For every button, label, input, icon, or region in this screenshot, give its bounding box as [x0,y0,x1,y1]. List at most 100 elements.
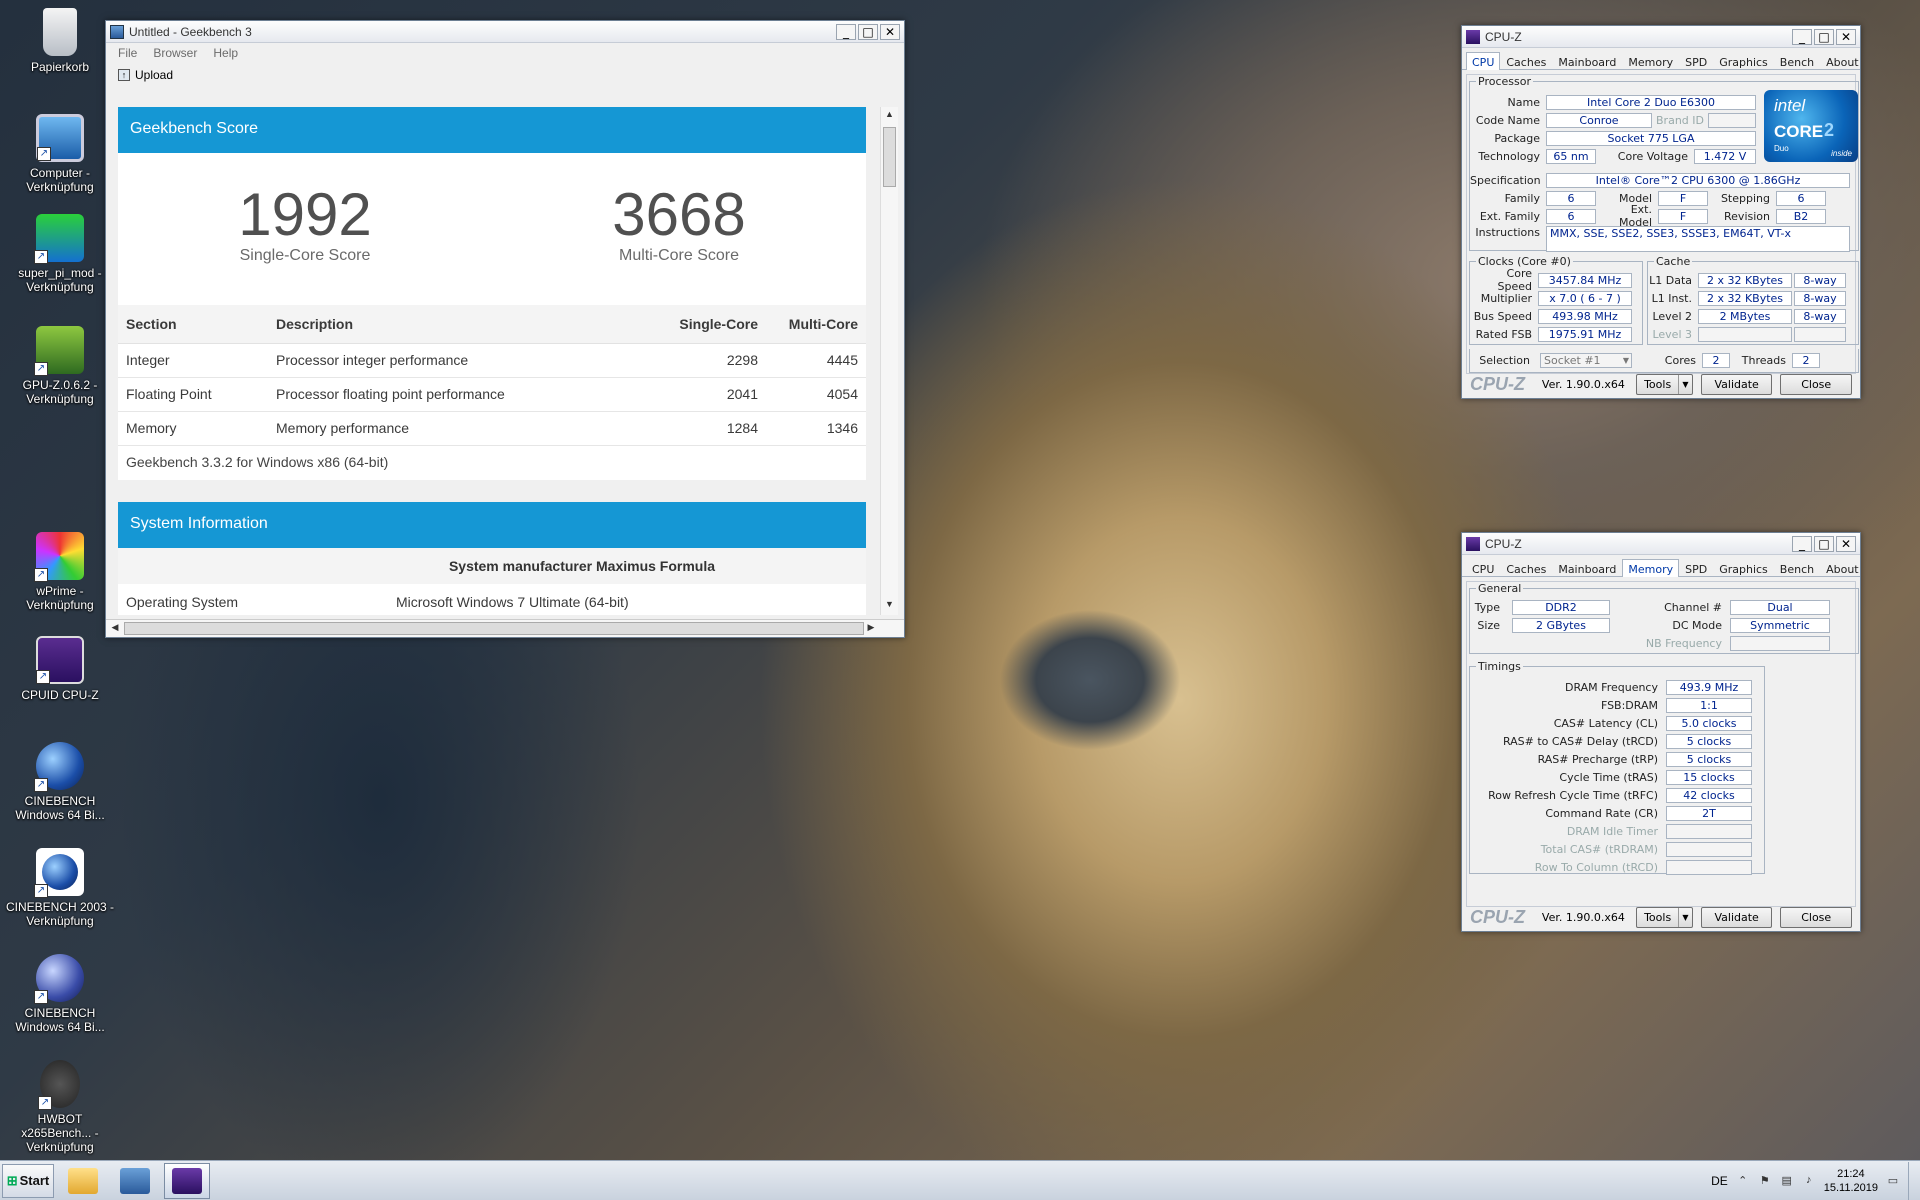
scroll-thumb[interactable] [883,127,896,187]
hscroll-thumb[interactable] [124,622,864,635]
chevron-down-icon: ▼ [1622,355,1629,365]
desktop-icon-cinebench-r15[interactable]: ↗ CINEBENCH Windows 64 Bi... [4,954,116,1034]
chevron-down-icon[interactable]: ▼ [1677,907,1692,927]
desktop-icon-recycle-bin[interactable]: Papierkorb [4,8,116,74]
tab-spd[interactable]: SPD [1679,559,1713,576]
language-indicator[interactable]: DE [1711,1174,1728,1188]
stepping-value: 6 [1776,190,1826,206]
cpuz-titlebar[interactable]: CPU-Z _ □ ✕ [1462,533,1860,555]
table-header-row: Section Description Single-Core Multi-Co… [118,305,866,344]
clock-time: 21:24 [1837,1167,1865,1180]
close-button-footer[interactable]: Close [1780,906,1852,928]
cpuz-titlebar[interactable]: CPU-Z _ □ ✕ [1462,26,1860,48]
scroll-right-icon[interactable]: ▶ [864,622,878,635]
scroll-left-icon[interactable]: ◀ [108,622,122,635]
col-multi-core: Multi-Core [766,305,866,344]
tab-about[interactable]: About [1820,559,1865,576]
tab-mainboard[interactable]: Mainboard [1552,559,1622,576]
tab-caches[interactable]: Caches [1500,52,1552,69]
extfamily-label: Ext. Family [1479,209,1540,223]
maximize-button[interactable]: □ [858,23,878,40]
type-value: DDR2 [1512,599,1610,615]
cores-label: Cores [1664,353,1696,367]
cell-description: Processor integer performance [268,343,646,378]
menu-file[interactable]: File [118,46,137,60]
desktop-icon-cinebench2003[interactable]: ↗ CINEBENCH 2003 - Verknüpfung [4,848,116,928]
taskbar-cpuz[interactable] [164,1162,210,1199]
minimize-button[interactable]: _ [1792,28,1812,45]
tab-bench[interactable]: Bench [1774,559,1820,576]
taskbar-explorer[interactable] [60,1163,106,1199]
geekbench-window: Untitled - Geekbench 3 _ □ ✕ File Browse… [105,20,905,638]
super-pi-icon: ↗ [34,214,84,264]
cell-section: Memory [118,411,268,446]
timing-label: RAS# to CAS# Delay (tRCD) [1502,734,1658,748]
timing-label-disabled: Row To Column (tRCD) [1534,860,1658,874]
table-row: Memory Memory performance 1284 1346 [118,411,866,446]
desktop-icon-cpuz[interactable]: ↗ CPUID CPU-Z [4,636,116,702]
show-desktop-button[interactable] [1908,1161,1920,1200]
volume-icon[interactable]: ♪ [1802,1174,1816,1188]
timing-label: RAS# Precharge (tRP) [1537,752,1658,766]
cpuz-version: Ver. 1.90.0.x64 [1541,377,1625,391]
close-button[interactable]: ✕ [1836,535,1856,552]
menu-bar: File Browser Help [106,43,904,63]
vertical-scrollbar[interactable]: ▲ ▼ [880,107,898,615]
timing-value: 2T [1666,805,1752,821]
l3-way [1794,326,1846,342]
scroll-down-icon[interactable]: ▼ [883,599,896,613]
tab-caches[interactable]: Caches [1500,559,1552,576]
tab-bench[interactable]: Bench [1774,52,1820,69]
timings-legend: Timings [1478,660,1521,673]
cpuz-icon: ↗ [36,636,84,684]
dcmode-label: DC Mode [1672,618,1722,632]
taskbar-geekbench[interactable] [112,1163,158,1199]
network-icon[interactable]: ▤ [1780,1174,1794,1188]
model-value: F [1658,190,1708,206]
desktop-icon-wprime[interactable]: ↗ wPrime - Verknüpfung [4,532,116,612]
tab-graphics[interactable]: Graphics [1713,52,1774,69]
desktop-icon-hwbot[interactable]: ↗ HWBOT x265Bench... - Verknüpfung [4,1060,116,1154]
notification-icon[interactable]: ▭ [1886,1174,1900,1188]
maximize-button[interactable]: □ [1814,535,1834,552]
section-header-system: System Information [118,501,866,548]
close-button-footer[interactable]: Close [1780,373,1852,395]
tools-button[interactable]: Tools ▼ [1636,373,1693,395]
upload-button[interactable]: ↑ Upload [118,68,173,82]
tray-expand-icon[interactable]: ⌃ [1736,1174,1750,1188]
desktop-icon-gpuz[interactable]: ↗ GPU-Z.0.6.2 - Verknüpfung [4,326,116,406]
menu-browser[interactable]: Browser [153,46,197,60]
tab-memory[interactable]: Memory [1622,559,1680,577]
maximize-button[interactable]: □ [1814,28,1834,45]
close-button[interactable]: ✕ [1836,28,1856,45]
close-button[interactable]: ✕ [880,23,900,40]
tab-bar: CPU Caches Mainboard Memory SPD Graphics… [1462,555,1860,577]
tab-mainboard[interactable]: Mainboard [1552,52,1622,69]
desktop-icon-cinebench[interactable]: ↗ CINEBENCH Windows 64 Bi... [4,742,116,822]
desktop-icon-computer[interactable]: ↗ Computer - Verknüpfung [4,114,116,194]
tools-button[interactable]: Tools ▼ [1636,906,1693,928]
geekbench-titlebar[interactable]: Untitled - Geekbench 3 _ □ ✕ [106,21,904,43]
minimize-button[interactable]: _ [836,23,856,40]
timing-label: Cycle Time (tRAS) [1559,770,1658,784]
minimize-button[interactable]: _ [1792,535,1812,552]
scroll-up-icon[interactable]: ▲ [883,109,896,123]
clock[interactable]: 21:24 15.11.2019 [1824,1167,1878,1195]
start-button[interactable]: ⊞ Start [2,1163,54,1198]
chevron-down-icon[interactable]: ▼ [1677,374,1692,394]
validate-button[interactable]: Validate [1700,373,1773,395]
tab-about[interactable]: About [1820,52,1865,69]
tab-cpu[interactable]: CPU [1466,52,1501,70]
desktop-icon-super-pi[interactable]: ↗ super_pi_mod - Verknüpfung [4,214,116,294]
selection-dropdown[interactable]: Socket #1 ▼ [1540,352,1632,368]
validate-button[interactable]: Validate [1700,906,1773,928]
tab-spd[interactable]: SPD [1679,52,1713,69]
tab-memory[interactable]: Memory [1622,52,1679,69]
horizontal-scrollbar[interactable]: ◀ ▶ [106,619,904,637]
intel-logo-num: 2 [1824,120,1835,140]
tab-graphics[interactable]: Graphics [1713,559,1774,576]
system-title: System manufacturer Maximus Formula [118,547,866,584]
tab-cpu[interactable]: CPU [1466,559,1500,576]
action-center-icon[interactable]: ⚑ [1758,1174,1772,1188]
menu-help[interactable]: Help [213,46,238,60]
